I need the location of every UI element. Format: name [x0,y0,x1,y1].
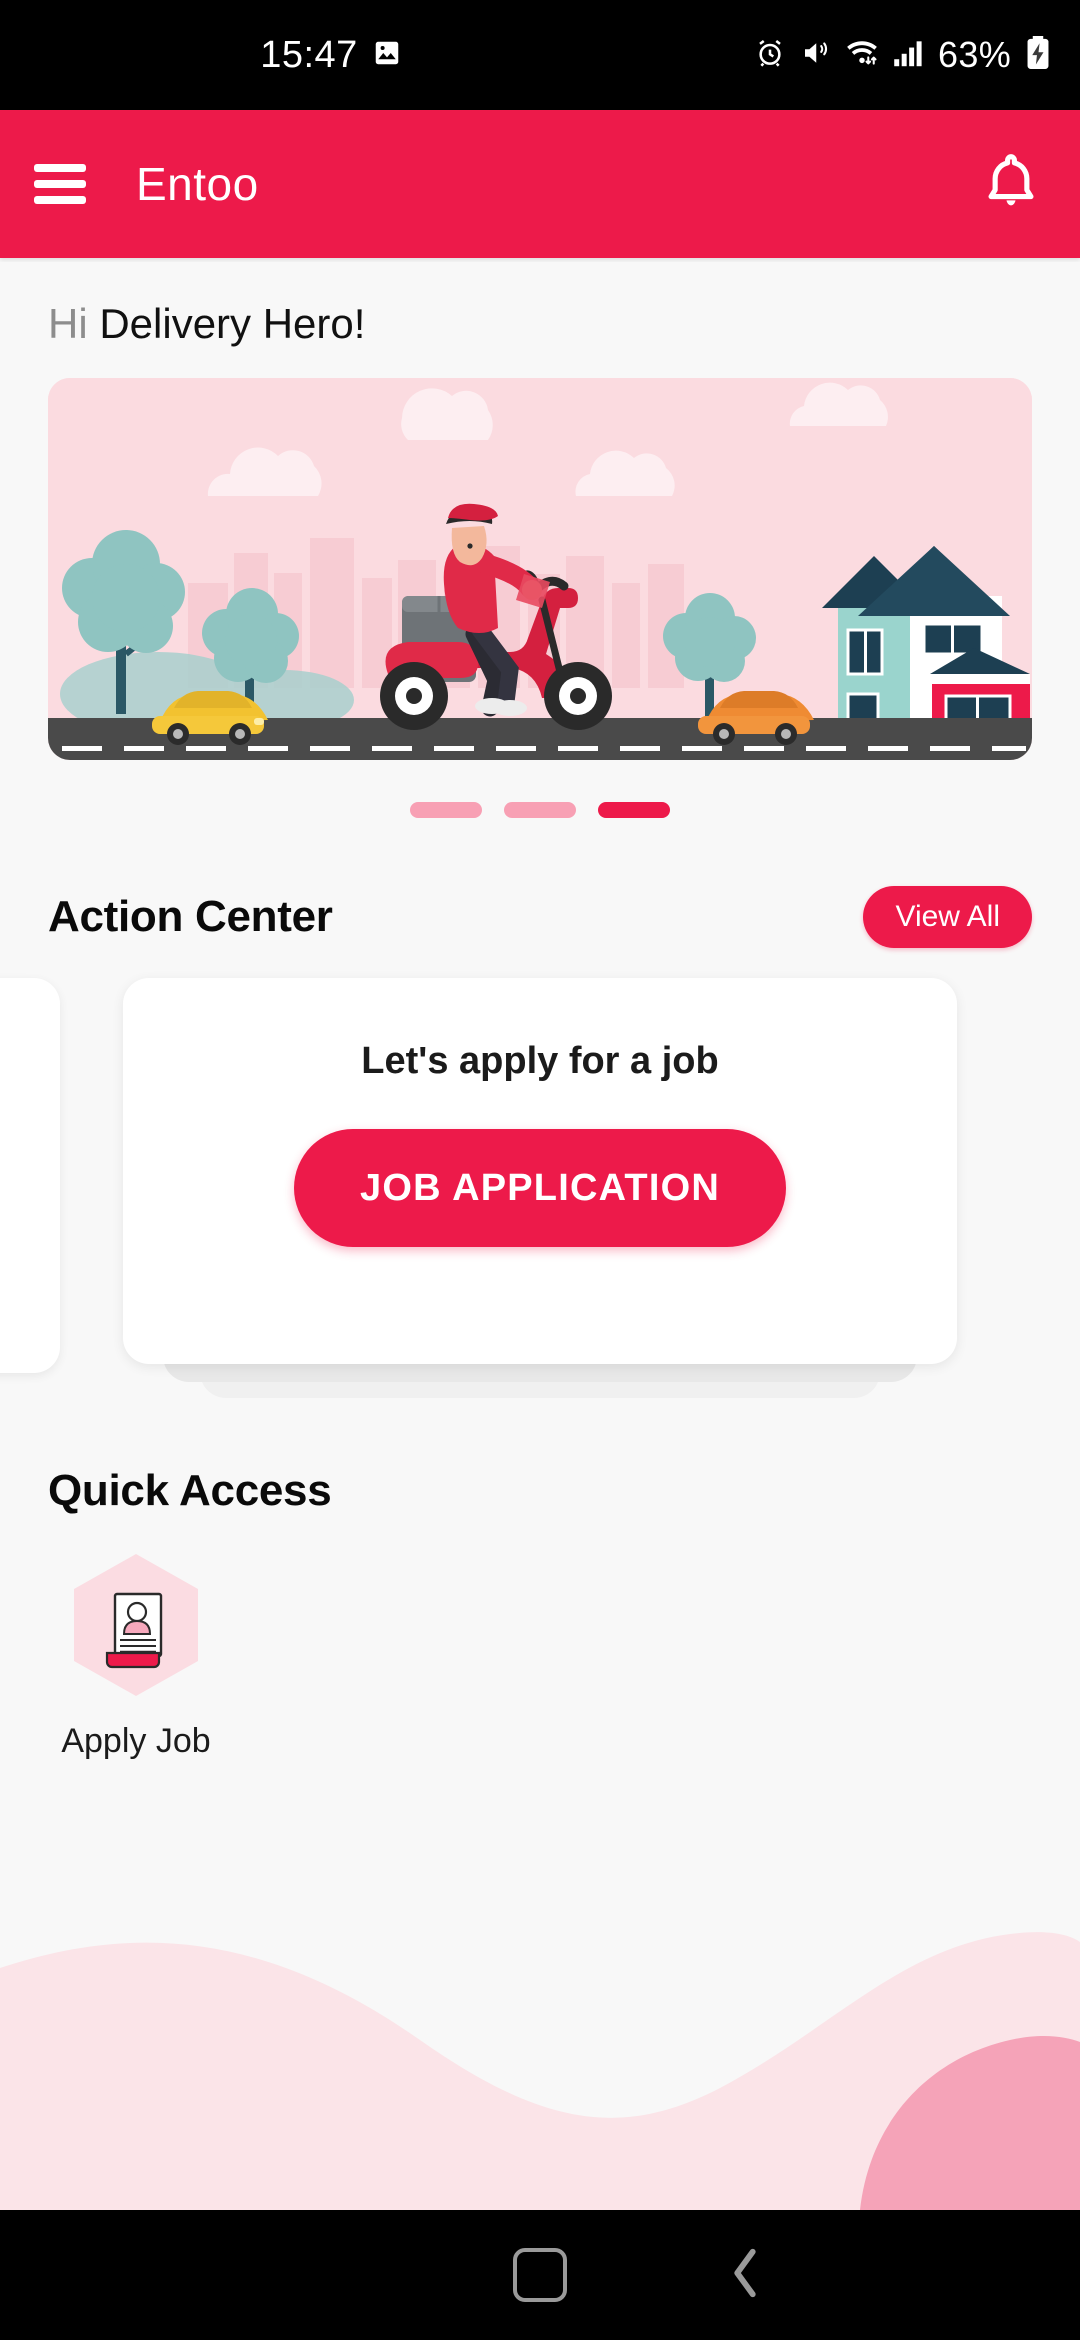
job-application-button[interactable]: JOB APPLICATION [293,1129,787,1247]
home-square-icon[interactable] [513,2248,567,2302]
greeting-name: Delivery Hero! [99,300,366,347]
android-nav-bar [0,2210,1080,2340]
quick-access-grid: Apply Job [48,1550,1080,1761]
quick-access-item-apply-job[interactable]: Apply Job [48,1550,224,1761]
app-bar: Entoo [0,110,1080,258]
status-clock: 15:47 [260,33,358,76]
battery-percent-label: 63% [938,34,1011,75]
hamburger-menu-icon[interactable] [34,164,86,204]
battery-charging-icon [1024,35,1052,75]
greeting-prefix: Hi [48,300,100,347]
carousel-dot[interactable] [410,802,482,818]
signal-icon [893,39,925,72]
status-bar-left: 15:47 [28,34,754,77]
action-card-job[interactable]: Let's apply for a job JOB APPLICATION [123,978,957,1364]
app-title: Entoo [136,158,259,210]
page-body: Hi Delivery Hero! Action Center View All… [0,262,1080,2210]
carousel-dots [0,802,1080,818]
phone-screen: 15:47 63% Entoo Hi Delivery Hero! Action… [0,0,1080,2340]
view-all-button[interactable]: View All [863,886,1032,948]
notification-button[interactable] [976,149,1046,219]
decorative-waves [0,1890,1080,2210]
quick-access-label: Apply Job [61,1722,211,1760]
action-center-title: Action Center [48,892,333,941]
carousel-dot-active[interactable] [598,802,670,818]
action-card-title: Let's apply for a job [361,1040,719,1082]
hero-illustration [48,378,1032,760]
status-bar-right: 63% [754,34,1052,76]
hamburger-bar [34,196,86,204]
bell-icon [983,152,1039,217]
wifi-icon [844,38,880,73]
image-icon [372,38,402,73]
quick-access-title: Quick Access [48,1466,332,1515]
action-center-header: Action Center View All [48,886,1032,948]
quick-access-header: Quick Access [48,1466,1032,1516]
vibrate-icon [799,38,831,73]
action-center-carousel[interactable]: Let's apply for a job JOB APPLICATION [0,978,1080,1398]
resume-document-icon [67,1550,205,1700]
hamburger-bar [34,180,86,188]
alarm-icon [754,37,786,74]
status-bar: 15:47 63% [0,0,1080,110]
action-card-previous[interactable] [0,978,60,1373]
back-chevron-icon[interactable] [725,2244,765,2307]
carousel-dot[interactable] [504,802,576,818]
hamburger-bar [34,164,86,172]
hero-banner[interactable] [48,378,1032,760]
greeting-text: Hi Delivery Hero! [48,300,1080,348]
